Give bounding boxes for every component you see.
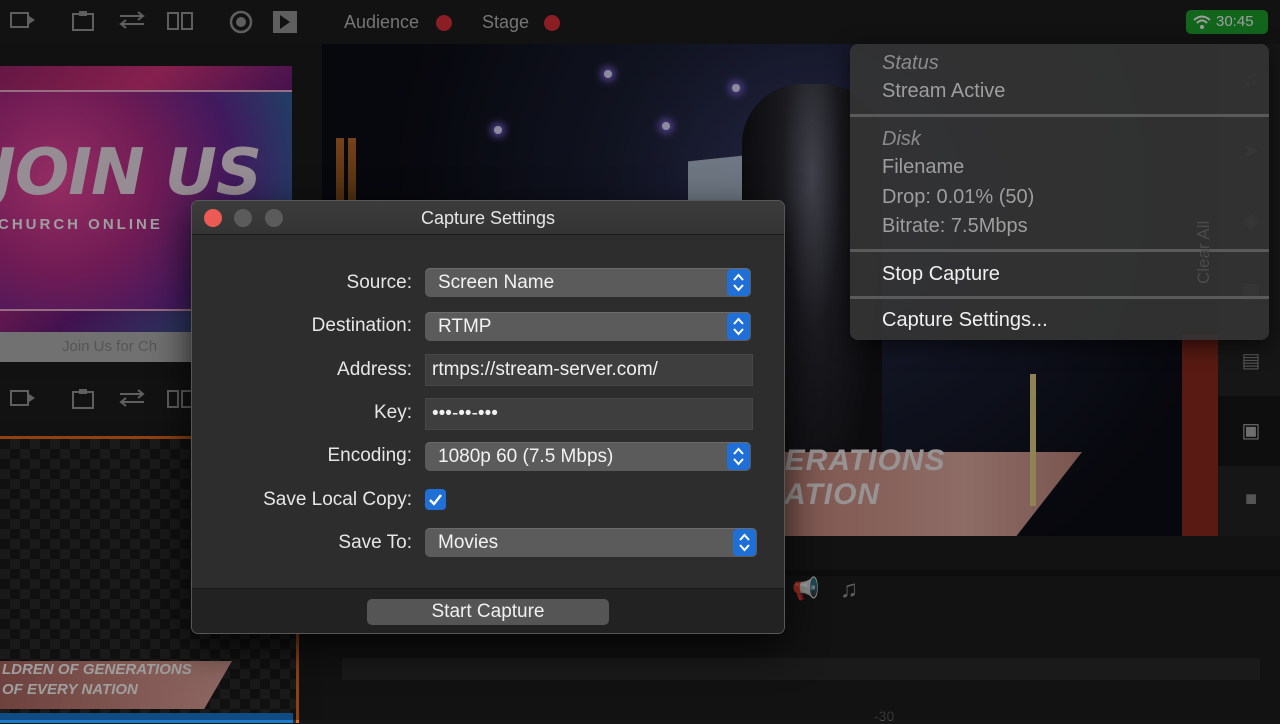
video-camera-icon[interactable]: ■ — [1238, 488, 1264, 512]
audience-live-indicator — [436, 15, 452, 31]
address-value: rtmps://stream-server.com/ — [432, 359, 658, 380]
key-label: Key: — [373, 402, 412, 423]
stream-status-badge[interactable]: 30:45 — [1186, 10, 1268, 34]
audience-label[interactable]: Audience — [344, 12, 419, 33]
skip-back-label[interactable]: -30 — [874, 708, 894, 724]
stop-capture-menu-item[interactable]: Stop Capture — [882, 263, 1000, 286]
lower-third-line2: OF EVERY NATION — [2, 681, 138, 698]
slide-title: JOIN US — [0, 136, 262, 210]
menu-separator — [850, 114, 1269, 117]
text-icon[interactable]: ▤ — [1238, 348, 1264, 372]
lower-third-line2: ATION — [784, 478, 881, 511]
book-icon[interactable] — [166, 388, 193, 412]
slide-subtitle: CHURCH ONLINE — [0, 216, 163, 233]
source-value: Screen Name — [438, 272, 555, 293]
slides-icon[interactable] — [10, 388, 36, 412]
swap-icon[interactable] — [118, 388, 145, 412]
start-capture-button[interactable]: Start Capture — [367, 599, 609, 625]
play-box-icon[interactable] — [272, 10, 298, 34]
disk-heading: Disk — [882, 128, 921, 150]
stream-timer: 30:45 — [1216, 13, 1254, 30]
image-icon[interactable]: ▣ — [1238, 418, 1264, 442]
chevron-up-down-icon — [727, 313, 750, 340]
clipboard-icon[interactable] — [70, 388, 96, 412]
capture-settings-dialog: Capture Settings Source: Screen Name Des… — [191, 200, 785, 634]
lower-third-line1: LDREN OF GENERATIONS — [2, 661, 192, 678]
save-to-label: Save To: — [338, 532, 412, 553]
save-to-value: Movies — [438, 532, 499, 553]
book-icon[interactable] — [166, 10, 193, 34]
dialog-title: Capture Settings — [420, 208, 556, 228]
key-value: •••-••-••• — [432, 403, 498, 424]
capture-settings-menu-item[interactable]: Capture Settings... — [882, 309, 1048, 332]
timeline-track[interactable] — [342, 658, 1260, 680]
address-field[interactable]: rtmps://stream-server.com/ — [425, 354, 753, 386]
destination-label: Destination: — [311, 315, 412, 336]
encoding-label: Encoding: — [327, 445, 412, 466]
save-local-copy-checkbox[interactable] — [425, 489, 446, 510]
clear-all-button[interactable]: Clear All — [1194, 221, 1214, 284]
address-label: Address: — [337, 359, 412, 380]
destination-select[interactable]: RTMP — [425, 312, 751, 341]
lower-third-line1: NERATIONS — [762, 444, 946, 477]
save-to-select[interactable]: Movies — [425, 528, 757, 557]
stage-light — [732, 84, 740, 92]
save-local-copy-label: Save Local Copy: — [263, 489, 412, 510]
stage-live-indicator — [544, 15, 560, 31]
announcement-icon[interactable]: 📢 — [792, 576, 819, 602]
chevron-up-down-icon — [727, 443, 750, 470]
slides-icon[interactable] — [10, 10, 36, 34]
swap-icon[interactable] — [118, 10, 145, 34]
checkmark-icon — [429, 494, 442, 506]
chevron-up-down-icon — [733, 529, 756, 556]
stage-pole — [1030, 374, 1036, 506]
disk-bitrate: Bitrate: 7.5Mbps — [882, 215, 1028, 237]
selection-bar — [0, 713, 293, 723]
dialog-titlebar[interactable]: Capture Settings — [192, 201, 784, 235]
dialog-footer: Start Capture — [192, 588, 784, 633]
encoding-select[interactable]: 1080p 60 (7.5 Mbps) — [425, 442, 751, 471]
record-icon[interactable] — [228, 10, 254, 34]
stage-light — [494, 126, 502, 134]
stage-backdrop — [1182, 334, 1218, 536]
source-label: Source: — [346, 272, 412, 293]
clipboard-icon[interactable] — [70, 10, 96, 34]
capture-status-menu: Status Stream Active Disk Filename Drop:… — [850, 44, 1269, 340]
stage-light — [604, 70, 612, 78]
stage-light — [662, 122, 670, 130]
disk-drop: Drop: 0.01% (50) — [882, 186, 1035, 208]
key-field[interactable]: •••-••-••• — [425, 398, 753, 430]
encoding-value: 1080p 60 (7.5 Mbps) — [438, 446, 614, 467]
chevron-up-down-icon — [727, 269, 750, 296]
left-toolbar-top — [0, 0, 322, 44]
status-heading: Status — [882, 52, 939, 74]
destination-value: RTMP — [438, 316, 492, 337]
wifi-icon — [1192, 13, 1212, 39]
status-value: Stream Active — [882, 80, 1006, 102]
menu-separator — [850, 296, 1269, 299]
music-note-icon[interactable]: ♫ — [840, 576, 858, 604]
source-select[interactable]: Screen Name — [425, 268, 751, 297]
disk-filename: Filename — [882, 156, 965, 178]
stage-label[interactable]: Stage — [482, 12, 529, 33]
top-bar: Audience Stage — [322, 0, 1280, 44]
